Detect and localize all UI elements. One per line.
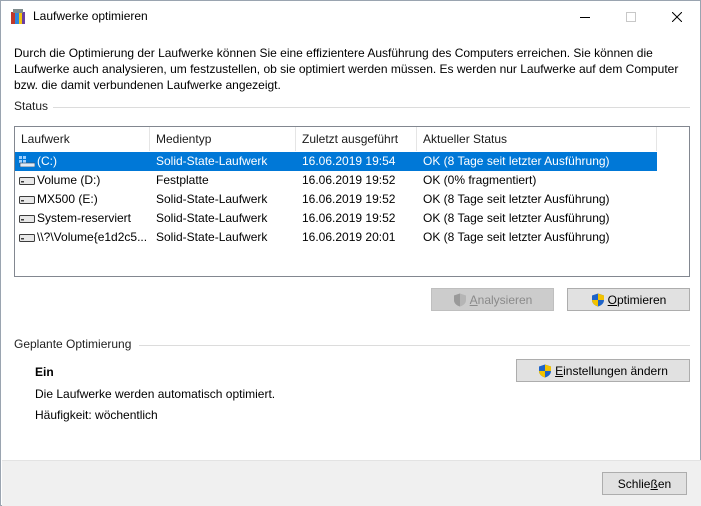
- schedule-frequency: Häufigkeit: wöchentlich: [35, 408, 158, 422]
- drive-name: MX500 (E:): [37, 192, 98, 206]
- schedule-state: Ein: [35, 365, 54, 379]
- list-header: Laufwerk Medientyp Zuletzt ausgeführt Ak…: [15, 127, 689, 151]
- media-type: Solid-State-Laufwerk: [156, 192, 268, 206]
- schedule-label: Geplante Optimierung: [14, 337, 132, 351]
- column-header-drive[interactable]: Laufwerk: [15, 127, 150, 151]
- analyze-button: Analysieren: [431, 288, 554, 311]
- current-status: OK (8 Tage seit letzter Ausführung): [423, 154, 610, 168]
- current-status: OK (0% fragmentiert): [423, 173, 537, 187]
- drive-name: (C:): [37, 154, 57, 168]
- close-label: Schließen: [617, 476, 672, 491]
- drive-name: Volume (D:): [37, 173, 101, 187]
- media-type: Festplatte: [156, 173, 209, 187]
- last-run: 16.06.2019 19:54: [302, 154, 396, 168]
- drive-icon: [19, 234, 35, 242]
- system-drive-icon: [19, 156, 35, 167]
- media-type: Solid-State-Laufwerk: [156, 154, 268, 168]
- drive-row-e[interactable]: MX500 (E:) Solid-State-Laufwerk 16.06.20…: [15, 190, 657, 209]
- drive-row-volume-guid[interactable]: \\?\Volume{e1d2c5... Solid-State-Laufwer…: [15, 228, 657, 247]
- optimize-label: Optimieren: [607, 292, 667, 307]
- maximize-icon: [626, 11, 636, 22]
- dialog-footer: Schließen: [2, 460, 701, 506]
- current-status: OK (8 Tage seit letzter Ausführung): [423, 211, 610, 225]
- drive-name: \\?\Volume{e1d2c5...: [37, 230, 148, 244]
- last-run: 16.06.2019 19:52: [302, 192, 396, 206]
- last-run: 16.06.2019 20:01: [302, 230, 396, 244]
- window-title: Laufwerke optimieren: [33, 9, 148, 23]
- change-settings-button[interactable]: Einstellungen ändern: [516, 359, 690, 382]
- drive-row-c[interactable]: (C:) Solid-State-Laufwerk 16.06.2019 19:…: [15, 152, 657, 171]
- last-run: 16.06.2019 19:52: [302, 211, 396, 225]
- intro-text: Durch die Optimierung der Laufwerke könn…: [14, 46, 679, 92]
- drive-name: System-reserviert: [37, 211, 132, 225]
- drives-list[interactable]: Laufwerk Medientyp Zuletzt ausgeführt Ak…: [14, 126, 690, 277]
- drive-icon: [19, 177, 35, 185]
- close-window-button[interactable]: [654, 1, 700, 32]
- current-status: OK (8 Tage seit letzter Ausführung): [423, 230, 610, 244]
- maximize-button: [608, 1, 654, 32]
- column-header-media[interactable]: Medientyp: [150, 127, 296, 151]
- optimize-drives-window: Laufwerke optimieren Durch die Optimieru…: [0, 0, 701, 506]
- uac-shield-icon: [539, 364, 552, 377]
- drive-icon: [19, 215, 35, 223]
- media-type: Solid-State-Laufwerk: [156, 230, 268, 244]
- close-button[interactable]: Schließen: [602, 472, 687, 495]
- current-status: OK (8 Tage seit letzter Ausführung): [423, 192, 610, 206]
- column-header-last-run[interactable]: Zuletzt ausgeführt: [296, 127, 417, 151]
- schedule-description: Die Laufwerke werden automatisch optimie…: [35, 387, 276, 401]
- status-label: Status: [14, 99, 49, 113]
- drive-row-d[interactable]: Volume (D:) Festplatte 16.06.2019 19:52 …: [15, 171, 657, 190]
- close-icon: [672, 11, 682, 22]
- status-separator: [53, 107, 690, 108]
- column-header-status[interactable]: Aktueller Status: [417, 127, 657, 151]
- uac-shield-icon: [453, 293, 466, 306]
- minimize-icon: [580, 16, 590, 18]
- drive-row-system-reserved[interactable]: System-reserviert Solid-State-Laufwerk 1…: [15, 209, 657, 228]
- media-type: Solid-State-Laufwerk: [156, 211, 268, 225]
- title-bar[interactable]: Laufwerke optimieren: [1, 1, 700, 32]
- minimize-button[interactable]: [562, 1, 608, 32]
- optimize-button[interactable]: Optimieren: [567, 288, 690, 311]
- defrag-app-icon: [11, 9, 25, 24]
- analyze-label: Analysieren: [469, 292, 533, 307]
- change-settings-label: Einstellungen ändern: [555, 363, 668, 378]
- drive-icon: [19, 196, 35, 204]
- uac-shield-icon: [591, 293, 604, 306]
- last-run: 16.06.2019 19:52: [302, 173, 396, 187]
- schedule-separator: [139, 345, 690, 346]
